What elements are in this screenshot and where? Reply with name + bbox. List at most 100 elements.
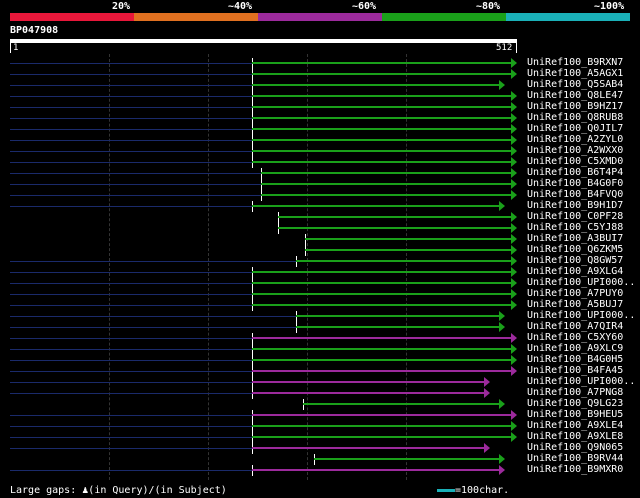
- hit-label-link[interactable]: UniRef100_A9XLE4: [527, 420, 623, 431]
- legend-large-gaps: Large gaps:: [10, 485, 77, 496]
- hit-label-link[interactable]: UniRef100_B9RV44: [527, 453, 623, 464]
- hit-alignment-bar[interactable]: [251, 139, 512, 141]
- hit-label-link[interactable]: UniRef100_A7PUY0: [527, 288, 623, 299]
- hit-arrow-icon: [511, 124, 517, 134]
- hit-alignment-bar[interactable]: [251, 348, 512, 350]
- hit-label-link[interactable]: UniRef100_B4G0H5: [527, 354, 623, 365]
- hit-alignment-bar[interactable]: [296, 260, 512, 262]
- hit-label-link[interactable]: UniRef100_A9XLC9: [527, 343, 623, 354]
- hit-alignment-bar[interactable]: [314, 458, 501, 460]
- hit-label-link[interactable]: UniRef100_Q9N065: [527, 442, 623, 453]
- hit-gap-line: [10, 305, 252, 306]
- hit-alignment-bar[interactable]: [296, 326, 501, 328]
- hit-arrow-icon: [499, 201, 506, 211]
- hit-label-link[interactable]: UniRef100_B9HEU5: [527, 409, 623, 420]
- hit-label-link[interactable]: UniRef100_B9H1D7: [527, 200, 623, 211]
- hit-label-link[interactable]: UniRef100_B4FVQ0: [527, 189, 623, 200]
- hit-label-link[interactable]: UniRef100_A9XLE8: [527, 431, 623, 442]
- hit-alignment-bar[interactable]: [251, 150, 512, 152]
- hit-alignment-bar[interactable]: [251, 414, 512, 416]
- hit-gap-line: [10, 140, 252, 141]
- hit-alignment-bar[interactable]: [251, 73, 512, 75]
- hit-gap-line: [10, 294, 252, 295]
- hit-arrow-icon: [511, 366, 517, 376]
- hit-alignment-bar[interactable]: [260, 183, 512, 185]
- hit-label-link[interactable]: UniRef100_UPI000..: [527, 376, 635, 387]
- hit-gap-line: [10, 206, 252, 207]
- scale-key-bar: [437, 488, 455, 492]
- hit-alignment-bar[interactable]: [251, 447, 486, 449]
- hit-label-link[interactable]: UniRef100_Q6ZKM5: [527, 244, 623, 255]
- hit-alignment-bar[interactable]: [251, 282, 512, 284]
- hit-label-link[interactable]: UniRef100_Q8LE47: [527, 90, 623, 101]
- hit-label-link[interactable]: UniRef100_B4G0F0: [527, 178, 623, 189]
- hit-label-link[interactable]: UniRef100_A9XLG4: [527, 266, 623, 277]
- hit-label-link[interactable]: UniRef100_B9MXR0: [527, 464, 623, 475]
- hit-alignment-bar[interactable]: [260, 194, 512, 196]
- hit-arrow-icon: [511, 157, 517, 167]
- hit-label-link[interactable]: UniRef100_B6T4P4: [527, 167, 623, 178]
- hit-arrow-icon: [511, 179, 517, 189]
- hit-label-link[interactable]: UniRef100_A5BUJ7: [527, 299, 623, 310]
- scale-segment-80: [382, 13, 506, 21]
- hit-alignment-bar[interactable]: [251, 106, 512, 108]
- hit-label-link[interactable]: UniRef100_Q8RUB8: [527, 112, 623, 123]
- hit-alignment-bar[interactable]: [251, 117, 512, 119]
- hit-alignment-bar[interactable]: [251, 359, 512, 361]
- hit-alignment-bar[interactable]: [278, 216, 512, 218]
- hit-alignment-bar[interactable]: [305, 238, 512, 240]
- hit-arrow-icon: [511, 421, 517, 431]
- hit-label-link[interactable]: UniRef100_B9RXN7: [527, 57, 623, 68]
- hit-label-link[interactable]: UniRef100_B4FA45: [527, 365, 623, 376]
- hit-arrow-icon: [511, 355, 517, 365]
- hit-alignment-bar[interactable]: [305, 249, 512, 251]
- hit-label-link[interactable]: UniRef100_B9HZ17: [527, 101, 623, 112]
- hit-alignment-bar[interactable]: [251, 293, 512, 295]
- hit-alignment-bar[interactable]: [296, 315, 501, 317]
- hit-alignment-bar[interactable]: [251, 337, 512, 339]
- hit-alignment-bar[interactable]: [260, 172, 512, 174]
- hit-label-link[interactable]: UniRef100_C5YJ88: [527, 222, 623, 233]
- hit-alignment-bar[interactable]: [251, 436, 512, 438]
- hit-label-link[interactable]: UniRef100_C5XY60: [527, 332, 623, 343]
- hit-gap-line: [10, 327, 297, 328]
- hit-label-link[interactable]: UniRef100_A5AGX1: [527, 68, 623, 79]
- hit-alignment-bar[interactable]: [251, 425, 512, 427]
- hit-label-link[interactable]: UniRef100_C5XMD0: [527, 156, 623, 167]
- hit-alignment-bar[interactable]: [251, 128, 512, 130]
- hit-label-link[interactable]: UniRef100_Q0JIL7: [527, 123, 623, 134]
- scale-label-60: ~60%: [352, 1, 377, 12]
- hit-gap-line: [10, 74, 252, 75]
- hit-alignment-bar[interactable]: [251, 62, 512, 64]
- hit-alignment-bar[interactable]: [251, 392, 486, 394]
- hit-label-link[interactable]: UniRef100_A2ZYL0: [527, 134, 623, 145]
- hit-arrow-icon: [499, 399, 506, 409]
- hit-arrow-icon: [499, 322, 506, 332]
- hit-label-link[interactable]: UniRef100_A7QIR4: [527, 321, 623, 332]
- hit-gap-line: [10, 426, 252, 427]
- hit-label-link[interactable]: UniRef100_Q8GW57: [527, 255, 623, 266]
- hit-alignment-bar[interactable]: [251, 381, 486, 383]
- hit-arrow-icon: [511, 146, 517, 156]
- hit-label-link[interactable]: UniRef100_A7PNG8: [527, 387, 623, 398]
- hit-gap-line: [10, 316, 297, 317]
- hit-label-link[interactable]: UniRef100_Q5SAB4: [527, 79, 623, 90]
- hit-alignment-bar[interactable]: [251, 161, 512, 163]
- hit-alignment-bar[interactable]: [251, 205, 501, 207]
- hit-alignment-bar[interactable]: [251, 271, 512, 273]
- hit-label-link[interactable]: UniRef100_A3BUI7: [527, 233, 623, 244]
- hit-label-link[interactable]: UniRef100_UPI000..: [527, 310, 635, 321]
- hit-label-link[interactable]: UniRef100_UPI000..: [527, 277, 635, 288]
- hit-arrow-icon: [511, 234, 517, 244]
- query-start-tick: [10, 43, 11, 53]
- hit-alignment-bar[interactable]: [278, 227, 512, 229]
- hit-alignment-bar[interactable]: [251, 469, 501, 471]
- hit-label-link[interactable]: UniRef100_Q9LG23: [527, 398, 623, 409]
- hit-alignment-bar[interactable]: [303, 403, 501, 405]
- hit-alignment-bar[interactable]: [251, 370, 512, 372]
- hit-alignment-bar[interactable]: [251, 304, 512, 306]
- hit-alignment-bar[interactable]: [251, 84, 501, 86]
- hit-label-link[interactable]: UniRef100_C0PF28: [527, 211, 623, 222]
- hit-label-link[interactable]: UniRef100_A2WXX0: [527, 145, 623, 156]
- hit-alignment-bar[interactable]: [251, 95, 512, 97]
